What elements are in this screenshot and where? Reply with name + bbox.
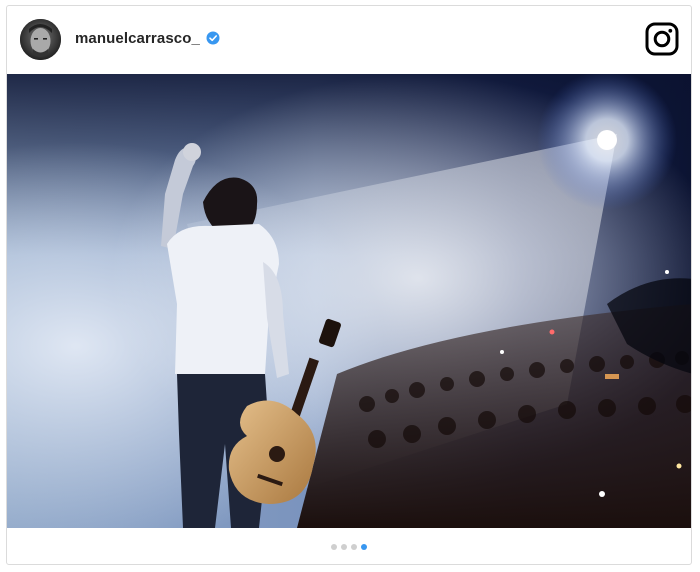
verified-badge-icon	[206, 31, 220, 45]
username-link[interactable]: manuelcarrasco_	[75, 30, 200, 47]
carousel-dot[interactable]	[341, 544, 347, 550]
avatar[interactable]	[20, 19, 61, 60]
avatar-image	[20, 19, 61, 60]
carousel-dot[interactable]	[331, 544, 337, 550]
instagram-post-card: manuelcarrasco_	[6, 5, 692, 565]
carousel-dot-active[interactable]	[361, 544, 367, 550]
post-photo[interactable]	[7, 74, 691, 528]
post-footer	[7, 528, 691, 564]
instagram-icon[interactable]	[645, 22, 679, 56]
username-row: manuelcarrasco_	[75, 27, 220, 49]
carousel-indicator	[331, 544, 367, 550]
concert-photo-image	[7, 74, 691, 528]
carousel-dot[interactable]	[351, 544, 357, 550]
post-header: manuelcarrasco_	[7, 6, 691, 74]
